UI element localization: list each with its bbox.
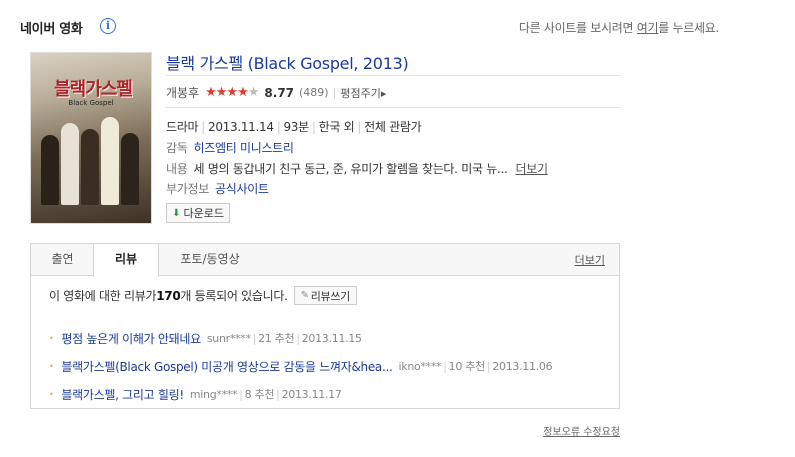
rating-count: (489) — [299, 86, 329, 99]
bullet-icon: • — [49, 361, 54, 371]
director-label: 감독 — [166, 141, 188, 155]
review-count-text: 이 영화에 대한 리뷰가 170 개 등록되어 있습니다. ✎ 리뷰쓰기 — [49, 286, 357, 305]
review-meta: sunr**** | 21 추천 | 2013.11.15 — [206, 332, 362, 345]
tab-reviews[interactable]: 리뷰 — [93, 244, 159, 277]
age-rating: 전체 관람가 — [364, 120, 422, 134]
review-count: 170 — [156, 288, 181, 303]
movie-poster[interactable]: 블랙가스펠 Black Gospel — [30, 52, 152, 224]
review-meta: ming**** | 8 추천 | 2013.11.17 — [189, 388, 342, 401]
info-icon[interactable]: i — [100, 18, 116, 34]
poster-subtitle: Black Gospel — [68, 99, 114, 107]
report-error-link[interactable]: 정보오류 수정요청 — [543, 423, 620, 438]
redirect-link[interactable]: 여기 — [637, 21, 659, 35]
write-review-button[interactable]: ✎ 리뷰쓰기 — [293, 286, 357, 305]
review-title-link[interactable]: 블랙가스펠(Black Gospel) 미공개 영상으로 감동을 느껴자&hea… — [61, 358, 392, 375]
review-item: • 평점 높은게 이해가 안돼네요 sunr**** | 21 추천 | 2013.11… — [49, 324, 552, 352]
review-list: • 평점 높은게 이해가 안돼네요 sunr**** | 21 추천 | 2013.11… — [49, 324, 553, 408]
release-status: 개봉후 — [166, 86, 200, 100]
tab-photo-video[interactable]: 포토/동영상 — [159, 244, 261, 276]
download-button[interactable]: ⬇ 다운로드 — [166, 203, 230, 223]
divider — [166, 75, 620, 76]
movie-title[interactable]: 블랙 가스펠 (Black Gospel, 2013) — [166, 50, 409, 74]
redirect-prefix: 다른 사이트를 보시려면 — [518, 21, 637, 35]
poster-figure — [41, 135, 59, 205]
site-redirect-notice: 다른 사이트를 보시려면 여기를 누르세요. — [519, 19, 719, 36]
rate-movie-link[interactable]: 평점주기▸ — [340, 85, 386, 101]
release-date: 2013.11.14 — [207, 120, 274, 134]
arrow-right-icon: ▸ — [380, 86, 387, 100]
review-title-link[interactable]: 블랙가스펠, 그리고 힐링! — [61, 386, 184, 403]
movie-meta-row: 드라마 | 2013.11.14 | 93분 | 한국 외 | 전체 관람가 — [166, 120, 422, 134]
tab-cast[interactable]: 출연 — [31, 244, 94, 276]
star-rating-icon: ★★★★★ — [205, 85, 259, 100]
tab-bar: 출연 리뷰 포토/동영상 더보기 — [31, 244, 619, 277]
tab-more-link[interactable]: 더보기 — [575, 252, 605, 268]
poster-figure — [61, 123, 79, 205]
poster-title: 블랙가스펠 — [54, 79, 133, 100]
extra-info-label: 부가정보 — [166, 182, 209, 196]
bullet-icon: • — [49, 333, 54, 343]
poster-figure — [81, 129, 99, 205]
summary-more-link[interactable]: 더보기 — [515, 162, 548, 176]
download-label: 다운로드 — [183, 207, 224, 220]
download-icon: ⬇ — [172, 207, 181, 219]
review-item: • 블랙가스펠(Black Gospel) 미공개 영상으로 감동을 느껴자&h… — [49, 352, 553, 380]
redirect-suffix: 를 누르세요. — [658, 21, 719, 35]
bullet-icon: • — [49, 389, 54, 399]
pencil-icon: ✎ — [300, 290, 309, 301]
poster-figure — [121, 133, 139, 205]
review-panel: 출연 리뷰 포토/동영상 더보기 이 영화에 대한 리뷰가 170 개 등록되어 … — [30, 243, 620, 409]
page-title: 네이버 영화 — [20, 22, 83, 37]
review-meta: ikno**** | 10 추천 | 2013.11.06 — [398, 360, 553, 373]
official-site-link[interactable]: 공식사이트 — [215, 182, 269, 196]
poster-figure — [101, 117, 119, 205]
review-item: • 블랙가스펠, 그리고 힐링! ming**** | 8 추천 | 2013.11.1… — [49, 380, 552, 408]
review-title-link[interactable]: 평점 높은게 이해가 안돼네요 — [61, 330, 201, 347]
director-link[interactable]: 히즈엠티 미니스트리 — [193, 141, 293, 155]
extra-info-row: 부가정보 공식사이트 — [166, 180, 269, 197]
separator: | — [332, 86, 337, 99]
director-row: 감독 히즈엠티 미니스트리 — [166, 139, 294, 156]
rating-row: 개봉후 ★★★★★ 8.77 (489) | 평점주기▸ — [166, 84, 386, 101]
divider — [166, 107, 620, 108]
summary-row: 내용 세 명의 동갑내기 친구 동근, 준, 유미가 할렘을 찾는다. 미국 뉴.… — [166, 160, 548, 177]
country: 한국 외 — [318, 120, 355, 134]
summary-label: 내용 — [166, 162, 188, 176]
rating-score: 8.77 — [264, 85, 295, 100]
runtime: 93분 — [283, 120, 309, 134]
summary-text: 세 명의 동갑내기 친구 동근, 준, 유미가 할렘을 찾는다. 미국 뉴... — [193, 162, 508, 176]
genre: 드라마 — [166, 120, 199, 134]
